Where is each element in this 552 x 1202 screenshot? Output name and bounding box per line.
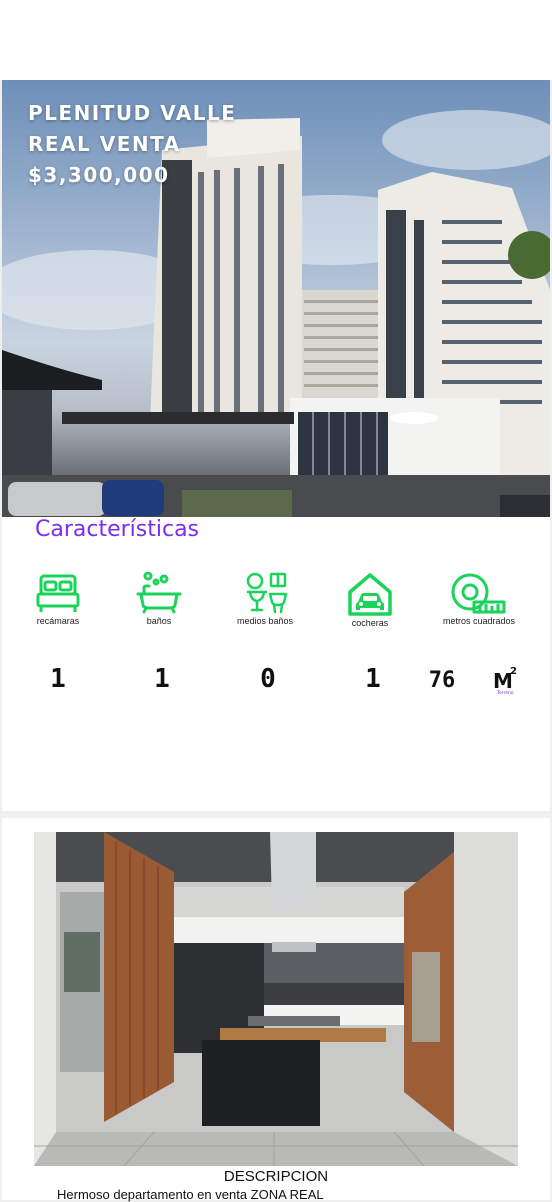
kitchen-illustration	[34, 832, 518, 1166]
feature-bathrooms-label: baños	[146, 616, 172, 626]
gallery-section: DESCRIPCION Hermoso departamento en vent…	[2, 818, 550, 1202]
kitchen-photo[interactable]	[34, 832, 518, 1166]
bedrooms-count: 1	[50, 664, 66, 694]
top-bar	[0, 0, 552, 80]
feature-bedrooms: recámaras	[8, 572, 108, 626]
listing-title-line2: REAL VENTA	[28, 132, 181, 156]
description-title: DESCRIPCION	[223, 1168, 329, 1185]
feature-half-baths-label: medios baños	[236, 616, 294, 626]
tape-measure-icon	[451, 573, 506, 614]
feature-square-meters: metros cuadrados	[429, 572, 529, 626]
square-meters-count: 76	[428, 668, 456, 693]
garages-count: 1	[365, 664, 381, 694]
bathrooms-count: 1	[154, 664, 170, 694]
feature-half-baths: medios baños	[215, 572, 315, 626]
half-baths-count: 0	[260, 664, 276, 694]
area-unit-exp: 2	[510, 666, 517, 677]
feature-bathrooms: baños	[109, 572, 209, 626]
listing-title-line1: PLENITUD VALLE	[28, 101, 237, 125]
bathtub-icon	[136, 572, 182, 614]
features-heading: Características	[35, 517, 200, 542]
feature-square-meters-label: metros cuadrados	[442, 616, 516, 626]
garage-icon	[348, 573, 392, 616]
feature-garages-label: cocheras	[351, 618, 389, 628]
feature-garages: cocheras	[320, 572, 420, 628]
listing-title: PLENITUD VALLE REAL VENTA $3,300,000	[28, 98, 236, 191]
feature-bedrooms-label: recámaras	[36, 616, 80, 626]
half-bath-icon	[246, 572, 288, 614]
hero-photo: PLENITUD VALLE REAL VENTA $3,300,000	[2, 80, 550, 517]
bed-icon	[36, 574, 80, 612]
listing-price: $3,300,000	[28, 163, 170, 187]
area-unit: M 2 Terreno	[493, 666, 523, 699]
area-unit-note: Terreno	[497, 691, 514, 696]
features-section: Características recámaras baños medios b…	[2, 517, 550, 811]
